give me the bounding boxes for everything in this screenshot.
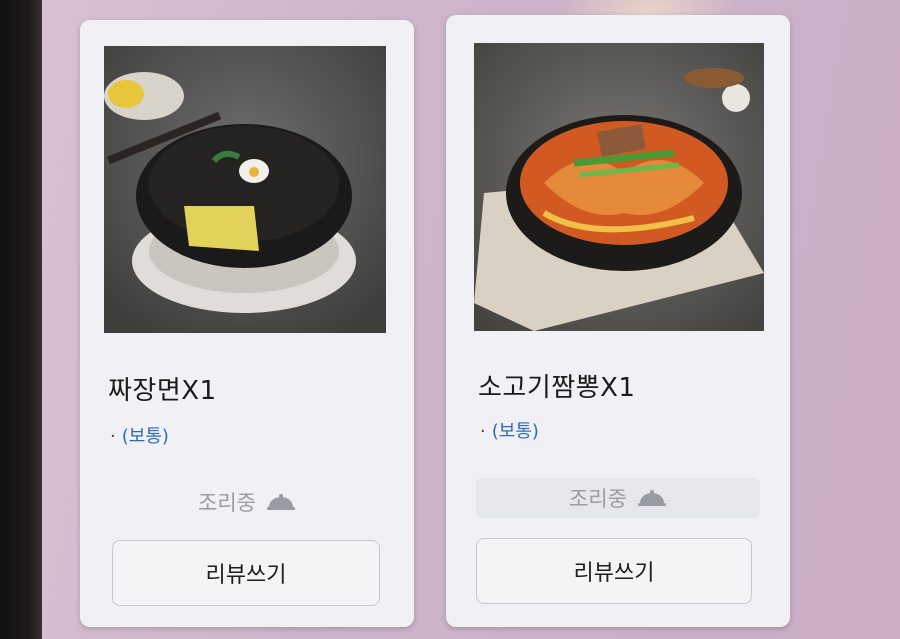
cloche-icon bbox=[637, 488, 667, 508]
status-label: 조리중 bbox=[569, 487, 627, 511]
cooking-status: 조리중 bbox=[476, 478, 760, 518]
write-review-button[interactable]: 리뷰쓰기 bbox=[112, 540, 380, 606]
screen-bezel bbox=[0, 0, 42, 639]
option-label: (보통) bbox=[121, 426, 169, 447]
option-bullet: · bbox=[110, 426, 116, 447]
option-bullet: · bbox=[480, 421, 486, 442]
beef-jjamppong-photo bbox=[474, 43, 764, 331]
order-card-jjajangmyeon: 짜장면X1 · (보통) 조리중 리뷰쓰기 bbox=[80, 20, 414, 627]
write-review-button[interactable]: 리뷰쓰기 bbox=[476, 538, 752, 604]
menu-item-name: 소고기짬뽕X1 bbox=[478, 373, 636, 403]
cloche-icon bbox=[266, 492, 296, 512]
menu-option: · (보통) bbox=[480, 417, 539, 443]
option-label: (보통) bbox=[491, 421, 539, 442]
status-label: 조리중 bbox=[198, 491, 256, 515]
cooking-status: 조리중 bbox=[80, 482, 414, 522]
menu-option: · (보통) bbox=[110, 422, 169, 448]
menu-item-name: 짜장면X1 bbox=[108, 376, 217, 406]
order-card-beef-jjamppong: 소고기짬뽕X1 · (보통) 조리중 리뷰쓰기 bbox=[446, 15, 790, 627]
jjajangmyeon-photo bbox=[104, 46, 386, 333]
